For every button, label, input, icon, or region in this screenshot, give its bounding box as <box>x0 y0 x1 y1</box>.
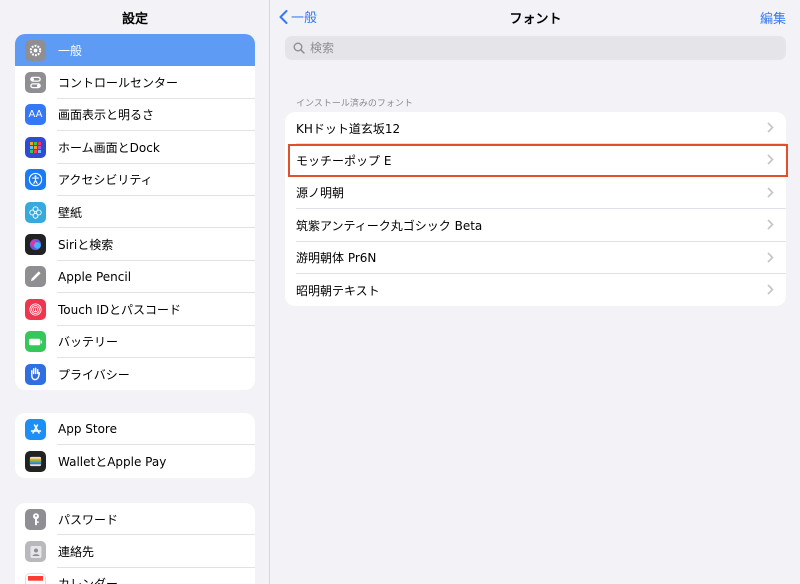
font-name: 筑紫アンティーク丸ゴシック Beta <box>296 218 483 233</box>
settings-sidebar: 設定 一般 コントロールセンター AA 画面表示と明るさ ホーム画面とDock <box>0 0 270 584</box>
fingerprint-icon <box>25 298 46 320</box>
hand-icon <box>25 363 46 385</box>
sidebar-item-label: コントロールセンター <box>58 76 179 91</box>
chevron-right-icon <box>767 219 774 230</box>
sidebar-item-control-center[interactable]: コントロールセンター <box>15 66 255 99</box>
sidebar-title: 設定 <box>121 12 148 27</box>
text-size-icon: AA <box>25 104 46 126</box>
font-name: 游明朝体 Pr6N <box>296 251 377 266</box>
font-row-shomincho-text[interactable]: 昭明朝テキスト <box>285 274 786 306</box>
accessibility-icon <box>25 169 46 191</box>
pencil-icon <box>25 266 46 288</box>
page-title: フォント <box>509 12 562 27</box>
font-row-yu-mincho-pr6n[interactable]: 游明朝体 Pr6N <box>285 242 786 274</box>
sidebar-item-label: アクセシビリティ <box>58 173 153 188</box>
sidebar-item-apple-pencil[interactable]: Apple Pencil <box>15 261 255 294</box>
app-grid-icon <box>25 136 46 158</box>
sidebar-item-calendar[interactable]: カレンダー <box>15 568 255 584</box>
chevron-right-icon <box>767 284 774 295</box>
sidebar-item-label: Touch IDとパスコード <box>58 302 182 317</box>
chevron-right-icon <box>767 154 774 165</box>
gear-icon <box>25 39 46 61</box>
battery-icon <box>25 331 46 353</box>
contacts-icon <box>25 541 46 563</box>
toggles-icon <box>25 72 46 94</box>
font-name: 源ノ明朝 <box>296 186 345 201</box>
search-icon <box>293 42 305 54</box>
sidebar-item-label: 画面表示と明るさ <box>58 108 155 123</box>
sidebar-item-siri-search[interactable]: Siriと検索 <box>15 228 255 261</box>
app-store-icon <box>25 418 46 440</box>
sidebar-item-label: バッテリー <box>58 335 119 350</box>
font-row-mochi-pop-e[interactable]: モッチーポップ E <box>285 144 786 177</box>
sidebar-item-label: プライバシー <box>58 367 130 382</box>
font-name: モッチーポップ E <box>296 154 392 169</box>
sidebar-item-label: カレンダー <box>58 575 118 584</box>
sidebar-item-app-store[interactable]: App Store <box>15 413 255 446</box>
sidebar-item-privacy[interactable]: プライバシー <box>15 358 255 390</box>
sidebar-item-touch-id-passcode[interactable]: Touch IDとパスコード <box>15 293 255 326</box>
chevron-right-icon <box>767 251 774 263</box>
sidebar-item-contacts[interactable]: 連絡先 <box>15 535 255 568</box>
sidebar-item-label: パスワード <box>58 512 119 527</box>
chevron-right-icon <box>767 187 774 198</box>
sidebar-group-2: App Store WalletとApple Pay <box>15 413 255 478</box>
font-name: 昭明朝テキスト <box>296 283 380 298</box>
sidebar-item-label: App Store <box>58 422 117 437</box>
key-icon <box>25 508 46 530</box>
sidebar-item-home-screen-dock[interactable]: ホーム画面とDock <box>15 131 255 164</box>
search-input[interactable] <box>310 41 750 55</box>
sidebar-item-battery[interactable]: バッテリー <box>15 326 255 358</box>
sidebar-item-label: 一般 <box>58 43 83 58</box>
fonts-detail-pane: 一般 フォント 編集 インストール済みのフォント KHドット道玄坂12 モッチー… <box>271 0 800 584</box>
sidebar-item-wallpaper[interactable]: 壁紙 <box>15 196 255 229</box>
sidebar-item-wallet-apple-pay[interactable]: WalletとApple Pay <box>15 445 255 477</box>
sidebar-group-3: パスワード 連絡先 カレンダー <box>15 503 255 584</box>
sidebar-item-label: WalletとApple Pay <box>58 455 167 470</box>
sidebar-item-label: 壁紙 <box>58 205 83 220</box>
sidebar-item-label: ホーム画面とDock <box>58 140 160 155</box>
font-row-kh-dot-dogenzaka[interactable]: KHドット道玄坂12 <box>285 112 786 145</box>
font-name: KHドット道玄坂12 <box>296 121 401 136</box>
sidebar-item-display-brightness[interactable]: AA 画面表示と明るさ <box>15 99 255 132</box>
sidebar-group-1: 一般 コントロールセンター AA 画面表示と明るさ ホーム画面とDock アクセ… <box>15 34 255 391</box>
sidebar-item-label: Siriと検索 <box>58 238 114 253</box>
sidebar-item-general[interactable]: 一般 <box>15 34 255 67</box>
sidebar-item-label: 連絡先 <box>58 545 95 560</box>
installed-fonts-section-header: インストール済みのフォント <box>296 99 413 109</box>
edit-button[interactable]: 編集 <box>760 8 786 27</box>
wallpaper-flower-icon <box>25 201 46 223</box>
sidebar-item-label: Apple Pencil <box>58 269 132 284</box>
chevron-right-icon <box>767 122 774 133</box>
installed-fonts-list: KHドット道玄坂12 モッチーポップ E 源ノ明朝 筑紫アンティーク丸ゴシック … <box>285 112 786 307</box>
search-bar[interactable] <box>285 36 786 60</box>
calendar-icon <box>25 573 46 584</box>
sidebar-item-accessibility[interactable]: アクセシビリティ <box>15 164 255 196</box>
siri-icon <box>25 234 46 256</box>
sidebar-item-passwords[interactable]: パスワード <box>15 503 255 536</box>
wallet-icon <box>25 451 46 473</box>
font-row-tsukushi-antique-maru-gothic[interactable]: 筑紫アンティーク丸ゴシック Beta <box>285 209 786 242</box>
font-row-source-han-serif[interactable]: 源ノ明朝 <box>285 177 786 210</box>
